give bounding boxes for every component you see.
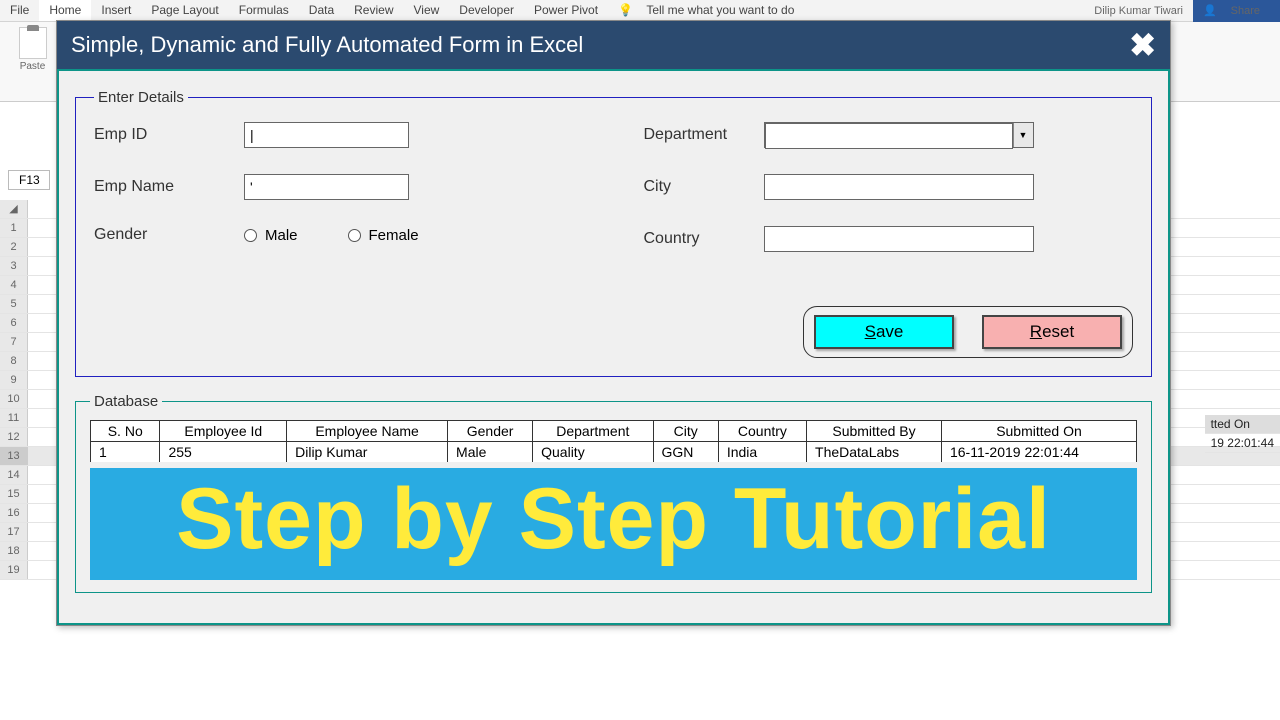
emp-id-input[interactable] bbox=[244, 122, 409, 148]
clipboard-icon bbox=[19, 27, 47, 59]
user-name: Dilip Kumar Tiwari bbox=[1084, 2, 1193, 20]
tab-review[interactable]: Review bbox=[344, 0, 403, 21]
col-dept: Department bbox=[533, 421, 653, 442]
col-gender: Gender bbox=[448, 421, 533, 442]
emp-name-label: Emp Name bbox=[94, 178, 244, 196]
save-button[interactable]: Save bbox=[814, 315, 954, 349]
col-subon: Submitted On bbox=[941, 421, 1136, 442]
share-button[interactable]: 👤 Share bbox=[1193, 0, 1280, 23]
col-empid: Employee Id bbox=[160, 421, 287, 442]
tab-formulas[interactable]: Formulas bbox=[229, 0, 299, 21]
titlebar[interactable]: Simple, Dynamic and Fully Automated Form… bbox=[57, 21, 1170, 69]
tellme-search[interactable]: 💡 Tell me what you want to do bbox=[608, 0, 814, 21]
ribbon-tabs: File Home Insert Page Layout Formulas Da… bbox=[0, 0, 1280, 22]
tab-pagelayout[interactable]: Page Layout bbox=[141, 0, 228, 21]
department-input[interactable] bbox=[765, 123, 1013, 149]
col-empname: Employee Name bbox=[287, 421, 448, 442]
table-row[interactable]: 1 255 Dilip Kumar Male Quality GGN India… bbox=[91, 442, 1137, 463]
tab-insert[interactable]: Insert bbox=[91, 0, 141, 21]
gender-label: Gender bbox=[94, 226, 244, 244]
database-fieldset: Database S. No Employee Id Employee Name… bbox=[75, 393, 1152, 593]
userform-dialog: Simple, Dynamic and Fully Automated Form… bbox=[56, 20, 1171, 626]
tab-data[interactable]: Data bbox=[299, 0, 344, 21]
chevron-down-icon[interactable]: ▼ bbox=[1013, 123, 1033, 147]
col-city: City bbox=[653, 421, 718, 442]
city-label: City bbox=[644, 178, 764, 196]
emp-name-input[interactable] bbox=[244, 174, 409, 200]
tab-file[interactable]: File bbox=[0, 0, 39, 21]
tab-home[interactable]: Home bbox=[39, 0, 91, 21]
radio-icon bbox=[244, 229, 257, 242]
city-input[interactable] bbox=[764, 174, 1034, 200]
emp-id-label: Emp ID bbox=[94, 126, 244, 144]
row-corner[interactable]: ◢ bbox=[0, 200, 28, 218]
close-icon[interactable] bbox=[1129, 35, 1156, 55]
tab-view[interactable]: View bbox=[404, 0, 450, 21]
col-country: Country bbox=[718, 421, 806, 442]
database-table: S. No Employee Id Employee Name Gender D… bbox=[90, 420, 1137, 462]
button-group: Save Reset bbox=[803, 306, 1133, 358]
database-legend: Database bbox=[90, 393, 162, 410]
partial-column: tted On 19 22:01:44 bbox=[1205, 415, 1280, 453]
tab-powerpivot[interactable]: Power Pivot bbox=[524, 0, 608, 21]
col-subby: Submitted By bbox=[807, 421, 942, 442]
table-header-row: S. No Employee Id Employee Name Gender D… bbox=[91, 421, 1137, 442]
row-header[interactable]: 1 bbox=[0, 219, 28, 237]
department-label: Department bbox=[644, 126, 764, 144]
tab-developer[interactable]: Developer bbox=[449, 0, 524, 21]
radio-icon bbox=[348, 229, 361, 242]
col-sno: S. No bbox=[91, 421, 160, 442]
name-box[interactable]: F13 bbox=[8, 170, 50, 190]
radio-female[interactable]: Female bbox=[348, 227, 419, 244]
paste-tool[interactable]: Paste bbox=[10, 27, 55, 96]
country-label: Country bbox=[644, 230, 764, 248]
radio-male[interactable]: Male bbox=[244, 227, 298, 244]
enter-details-legend: Enter Details bbox=[94, 89, 188, 106]
tutorial-banner: Step by Step Tutorial bbox=[90, 468, 1137, 580]
department-combo[interactable]: ▼ bbox=[764, 122, 1034, 148]
form-title: Simple, Dynamic and Fully Automated Form… bbox=[71, 32, 583, 58]
enter-details-fieldset: Enter Details Emp ID Emp Name Gender bbox=[75, 89, 1152, 377]
reset-button[interactable]: Reset bbox=[982, 315, 1122, 349]
country-input[interactable] bbox=[764, 226, 1034, 252]
